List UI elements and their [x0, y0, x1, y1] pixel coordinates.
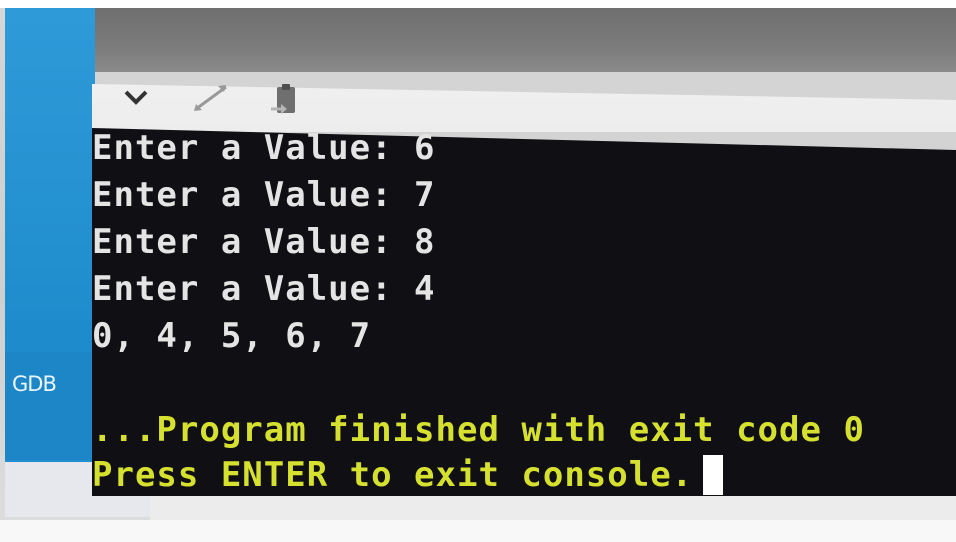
console-line: Enter a Value: 7: [92, 175, 436, 215]
exit-status-message: ...Program finished with exit code 0: [92, 410, 865, 450]
text-cursor: [703, 455, 723, 495]
console-line: Enter a Value: 6: [92, 128, 436, 168]
gdb-label: GDB: [12, 372, 57, 396]
page-bottom: [0, 520, 956, 542]
expand-icon[interactable]: [188, 80, 234, 116]
monitor-bezel: [92, 8, 956, 72]
console-line: Enter a Value: 4: [92, 269, 436, 309]
exit-prompt: Press ENTER to exit console.: [92, 455, 694, 495]
top-strip: [0, 0, 956, 8]
copy-to-clipboard-icon[interactable]: [266, 82, 306, 118]
bottom-bar: [150, 496, 956, 520]
chevron-down-icon[interactable]: [118, 82, 154, 112]
console-line: 0, 4, 5, 6, 7: [92, 316, 372, 356]
console-line: Enter a Value: 8: [92, 222, 436, 262]
gdb-button[interactable]: [5, 352, 93, 460]
